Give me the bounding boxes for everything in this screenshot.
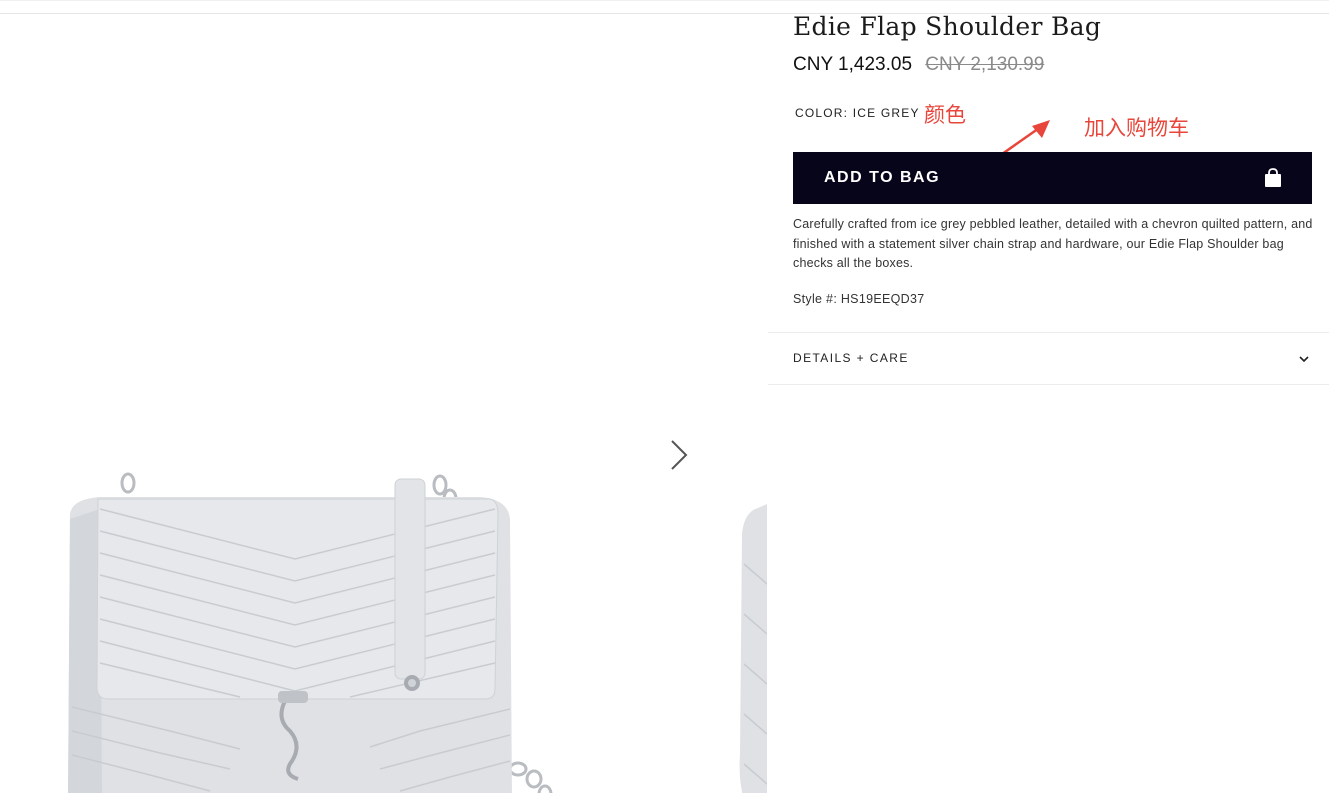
product-title: Edie Flap Shoulder Bag <box>793 12 1102 41</box>
style-number: Style #: HS19EEQD37 <box>793 292 925 306</box>
add-to-bag-label: ADD TO BAG <box>824 169 941 186</box>
product-image-main <box>68 472 553 793</box>
top-border <box>0 0 1329 1</box>
annotation-color-note: 颜色 <box>924 104 966 127</box>
chevron-right-icon[interactable] <box>664 438 694 472</box>
annotation-cart-note: 加入购物车 <box>1084 117 1189 140</box>
details-care-accordion[interactable]: DETAILS + CARE <box>768 333 1329 384</box>
product-gallery[interactable] <box>0 14 767 793</box>
price-current: CNY 1,423.05 <box>793 54 913 75</box>
price-original: CNY 2,130.99 <box>925 54 1045 75</box>
color-label: COLOR: ICE GREY <box>795 106 920 120</box>
shopping-bag-icon <box>1265 168 1281 187</box>
details-care-label: DETAILS + CARE <box>793 351 909 365</box>
chevron-down-icon <box>1299 356 1309 363</box>
divider <box>768 384 1329 385</box>
product-description: Carefully crafted from ice grey pebbled … <box>793 217 1313 270</box>
product-image-secondary <box>739 504 767 793</box>
price-row: CNY 1,423.05 CNY 2,130.99 <box>793 54 1044 76</box>
add-to-bag-button[interactable]: ADD TO BAG <box>793 152 1312 204</box>
